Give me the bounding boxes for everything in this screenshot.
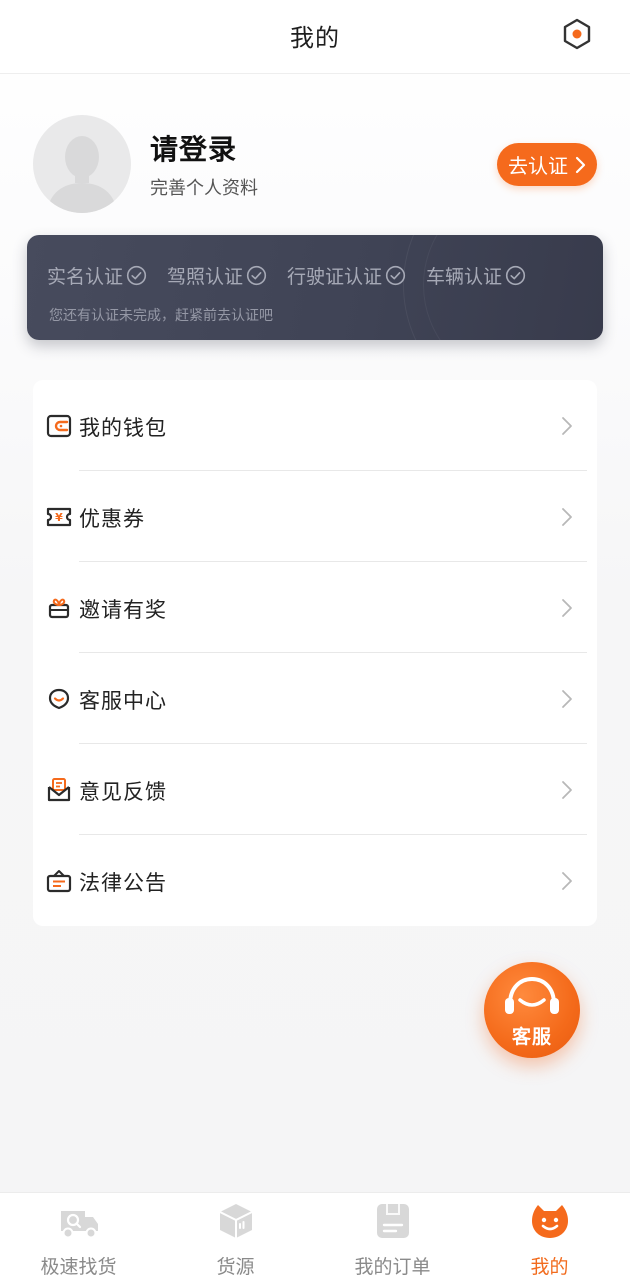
tab-label: 货源 [216, 1256, 255, 1278]
chevron-right-icon [562, 781, 572, 799]
chevron-right-icon [562, 508, 572, 526]
feedback-icon [45, 776, 73, 804]
tab-label: 我的订单 [354, 1256, 431, 1278]
menu-item-coupon[interactable]: ¥ 优惠券 [33, 471, 597, 562]
chevron-right-icon [562, 417, 572, 435]
tab-my-orders[interactable]: 我的订单 [314, 1193, 471, 1280]
menu-list: 我的钱包 ¥ 优惠券 邀请有奖 客服中心 意见反馈 法律公告 [33, 380, 597, 926]
gift-icon [45, 594, 73, 622]
headset-icon [505, 976, 559, 1014]
tab-mine[interactable]: 我的 [471, 1193, 628, 1280]
cargo-box-icon [219, 1204, 252, 1238]
check-circle-icon [246, 265, 267, 285]
tab-label: 极速找货 [40, 1256, 117, 1278]
cert-item-driver-license[interactable]: 驾照认证 [167, 262, 267, 289]
check-circle-icon [385, 265, 406, 285]
tab-fast-find[interactable]: 极速找货 [0, 1193, 157, 1280]
menu-item-wallet[interactable]: 我的钱包 [33, 380, 597, 471]
svg-text:¥: ¥ [55, 511, 63, 524]
cert-item-realname[interactable]: 实名认证 [47, 262, 147, 289]
cert-item-vehicle-license[interactable]: 行驶证认证 [287, 262, 406, 289]
menu-item-customer-service[interactable]: 客服中心 [33, 653, 597, 744]
menu-item-label: 意见反馈 [79, 780, 167, 804]
cert-item-vehicle[interactable]: 车辆认证 [426, 262, 526, 289]
menu-item-invite[interactable]: 邀请有奖 [33, 562, 597, 653]
settings-hexagon-icon [563, 18, 591, 50]
avatar[interactable] [33, 115, 131, 213]
tab-cargo-source[interactable]: 货源 [157, 1193, 314, 1280]
profile-page: 我的 请登录 完善个人资料 去认证 实名认证 驾照认证 行驶证认证 车辆认证 您… [0, 0, 630, 1280]
cert-items: 实名认证 驾照认证 行驶证认证 车辆认证 [47, 261, 593, 289]
smile-profile-icon [531, 1205, 568, 1238]
check-circle-icon [126, 265, 147, 285]
menu-item-label: 优惠券 [79, 507, 145, 531]
chevron-right-icon [562, 690, 572, 708]
menu-item-legal-notice[interactable]: 法律公告 [33, 835, 597, 926]
truck-search-icon [60, 1211, 98, 1239]
certification-card[interactable]: 实名认证 驾照认证 行驶证认证 车辆认证 您还有认证未完成，赶紧前去认证吧 [27, 235, 603, 340]
chevron-right-icon [562, 872, 572, 890]
check-circle-icon [505, 265, 526, 285]
support-fab-label: 客服 [511, 1026, 552, 1048]
profile-subtitle: 完善个人资料 [150, 178, 258, 199]
order-icon [376, 1204, 409, 1238]
cert-item-label: 行驶证认证 [287, 265, 383, 288]
cert-item-label: 实名认证 [47, 265, 124, 288]
login-title[interactable]: 请登录 [150, 128, 237, 168]
menu-item-feedback[interactable]: 意见反馈 [33, 744, 597, 835]
menu-item-label: 我的钱包 [79, 416, 167, 440]
bottom-tab-bar: 极速找货 货源 我的订单 我的 [0, 1192, 630, 1280]
verify-button-label: 去认证 [508, 154, 568, 178]
cert-item-label: 驾照认证 [167, 265, 244, 288]
chevron-right-icon [575, 156, 586, 173]
settings-button[interactable] [558, 14, 596, 54]
customer-service-icon [45, 685, 73, 713]
chevron-right-icon [562, 599, 572, 617]
header-bar: 我的 [0, 0, 630, 74]
legal-notice-icon [45, 867, 73, 895]
page-title: 我的 [290, 24, 340, 52]
wallet-icon [45, 412, 73, 440]
cert-item-label: 车辆认证 [426, 265, 503, 288]
tab-label: 我的 [530, 1256, 569, 1278]
menu-item-label: 客服中心 [79, 689, 167, 713]
menu-item-label: 邀请有奖 [79, 598, 167, 622]
coupon-icon: ¥ [45, 503, 73, 531]
verify-button[interactable]: 去认证 [497, 143, 597, 186]
cert-note: 您还有认证未完成，赶紧前去认证吧 [49, 308, 273, 324]
default-avatar-icon [47, 136, 117, 213]
support-fab-button[interactable]: 客服 [484, 962, 580, 1058]
menu-item-label: 法律公告 [79, 871, 167, 895]
